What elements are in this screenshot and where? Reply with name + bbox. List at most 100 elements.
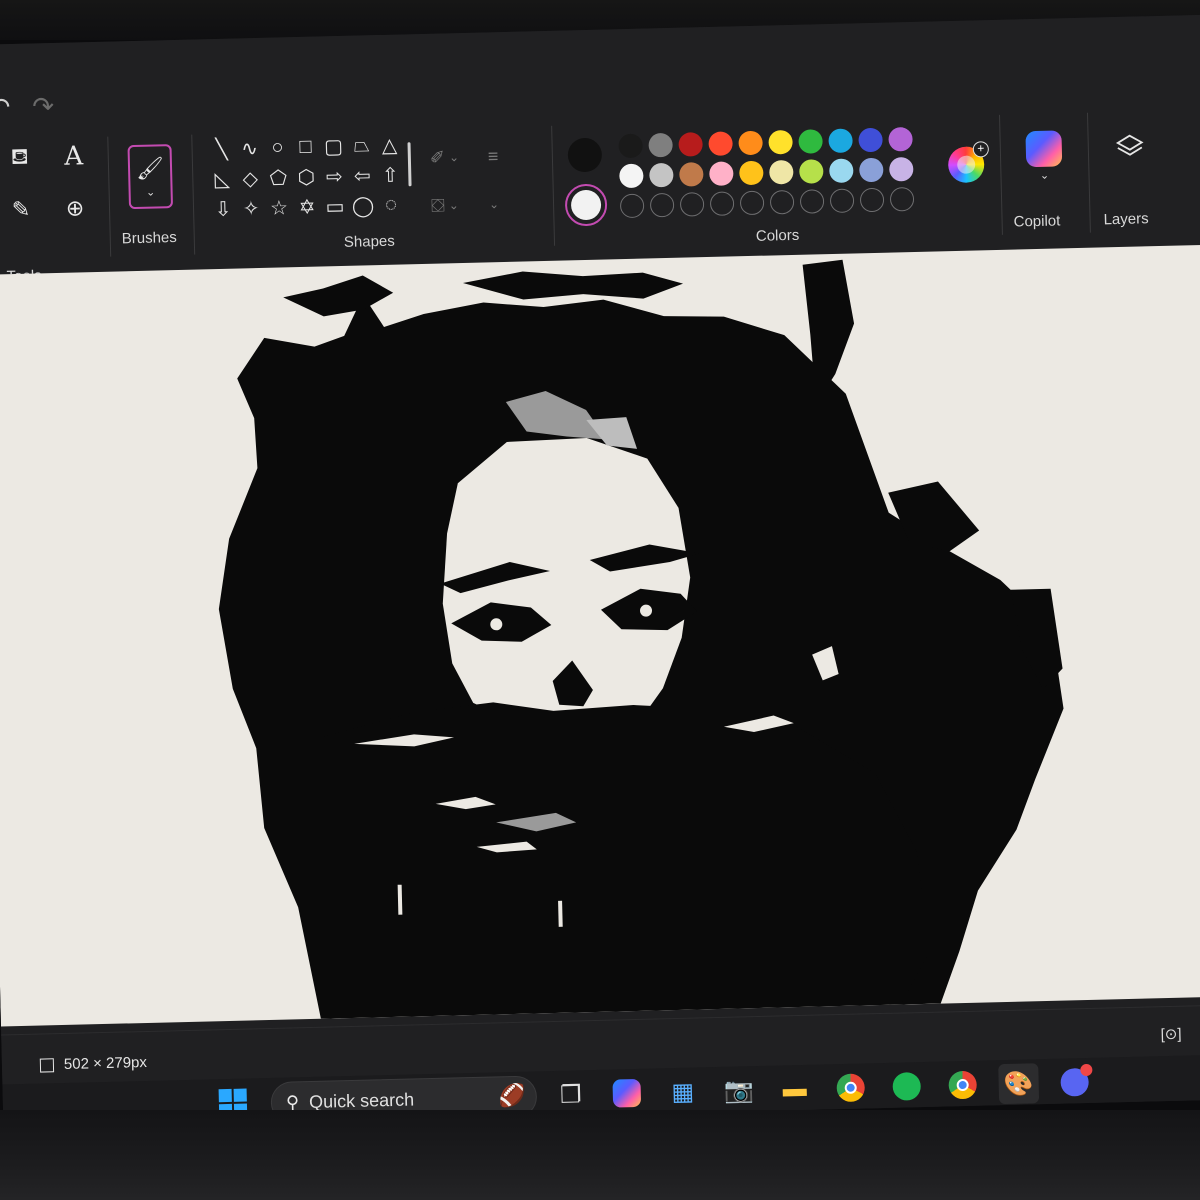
shape-item[interactable]: ◯ [349,191,378,220]
shape-item[interactable]: ⇩ [209,195,238,224]
shape-item[interactable]: △ [375,130,404,159]
shape-item[interactable]: ⇧ [376,160,405,189]
custom-color-slot[interactable] [649,192,675,218]
redo-icon[interactable]: ↷ [32,91,55,123]
color-swatch[interactable] [618,133,643,159]
workspace [0,244,1200,1045]
chevron-down-icon: ⌄ [488,197,500,212]
shape-item[interactable]: ⬠ [264,163,293,192]
spotify-button[interactable] [886,1066,927,1115]
ribbon: ↶ ↷ ⛾ A ✎ ⊕ Tools 🖌 ⌄ Brushes ╲∿○□▢⏢△ ◺◇⬠… [0,14,1200,285]
outline-dropdown[interactable]: ✐ ⌄ [429,137,476,178]
layers-icon [1115,134,1144,156]
layers-button[interactable] [1111,128,1148,165]
color-swatch[interactable] [619,163,644,189]
color-swatch[interactable] [649,162,674,188]
color-swatch[interactable] [888,126,913,152]
chrome-profile-button[interactable] [942,1065,983,1114]
color-swatch[interactable] [858,127,883,153]
primary-color-swatch[interactable] [567,137,603,173]
shape-item[interactable]: ⇨ [320,162,349,191]
file-explorer-button[interactable]: ▬ [774,1069,815,1110]
shape-item[interactable]: ▢ [319,132,348,161]
shape-item[interactable]: ⬡ [292,162,321,191]
custom-color-slot[interactable] [889,186,915,212]
undo-redo: ↶ ↷ [0,91,54,124]
line-size-icon: ≡ [487,145,499,166]
color-swatch[interactable] [679,162,704,187]
magnifier-icon[interactable]: ⊕ [52,186,97,231]
shapes-gallery: ╲ ∿ ○ □ ▢ ⏢ △ ◺ ◇ ⬠ ⬡ ⇨ ⇦ ⇧ ⇩ ✧ ☆ ✡ ▭ ◯ ◌ [207,130,405,223]
fill-icon[interactable]: ⛾ [0,135,42,180]
chrome-button[interactable] [830,1067,871,1108]
brushes-button[interactable]: 🖌 ⌄ [127,144,174,210]
shape-item[interactable]: ◇ [236,164,265,193]
color-swatch[interactable] [678,132,703,157]
secondary-color-swatch[interactable] [564,183,608,227]
shape-item[interactable]: ◌ [377,190,406,219]
shape-item[interactable]: ⏢ [347,131,376,160]
color-swatch[interactable] [768,129,793,155]
paint-icon: 🎨 [1003,1069,1034,1098]
shapes-group: ╲ ∿ ○ □ ▢ ⏢ △ ◺ ◇ ⬠ ⬡ ⇨ ⇦ ⇧ ⇩ ✧ ☆ ✡ ▭ ◯ ◌ Shapes [207,130,405,251]
shape-item[interactable]: ✡ [293,192,322,221]
search-placeholder: Quick search [308,1088,415,1112]
shape-item[interactable]: ◺ [208,165,237,194]
size-button[interactable]: ≡ [487,135,534,176]
color-swatch[interactable] [739,160,764,186]
shape-item[interactable]: ☆ [265,193,294,222]
edit-colors-button[interactable]: + [947,141,990,184]
task-view-button[interactable]: ❐ [550,1074,591,1115]
discord-button[interactable] [1054,1062,1095,1111]
color-swatch[interactable] [708,131,733,156]
color-swatch[interactable] [799,159,824,184]
copilot-button[interactable]: ⌄ [1025,130,1063,182]
color-picker-icon[interactable]: ✎ [0,187,44,232]
custom-color-slot[interactable] [739,190,765,216]
size-dropdown[interactable]: ⌄ [489,183,536,224]
shape-item[interactable]: ⇦ [348,161,377,190]
custom-color-slot[interactable] [829,188,855,214]
color-swatch[interactable] [829,158,854,184]
color-palette [615,124,917,221]
drawing-canvas[interactable] [0,244,1200,1027]
color-swatch[interactable] [889,156,914,182]
color-swatch[interactable] [738,130,763,156]
custom-color-slot[interactable] [859,187,885,213]
chrome-icon [948,1070,978,1100]
color-swatch[interactable] [769,159,794,185]
undo-icon[interactable]: ↶ [0,92,11,124]
fit-to-window-icon[interactable]: [⊙] [1160,1025,1181,1044]
color-swatch[interactable] [859,157,884,183]
divider [551,125,556,246]
shapes-scrollbar[interactable] [407,142,412,187]
copilot-taskbar-button[interactable] [606,1073,647,1114]
layers-group: Layers [1103,128,1149,228]
shape-item[interactable]: □ [291,132,320,161]
shape-item[interactable]: ╲ [207,135,236,164]
divider [1086,112,1091,233]
shape-item[interactable]: ∿ [235,134,264,163]
fill-dropdown[interactable]: ⛋ ⌄ [431,185,478,226]
store-button[interactable]: ▦ [662,1071,703,1112]
paint-window: ↶ ↷ ⛾ A ✎ ⊕ Tools 🖌 ⌄ Brushes ╲∿○□▢⏢△ ◺◇⬠… [0,14,1200,1130]
color-swatch[interactable] [798,129,823,154]
colors-label: Colors [755,226,800,245]
color-swatch[interactable] [709,161,734,186]
chrome-icon [836,1073,866,1103]
shape-item[interactable]: ○ [263,133,292,162]
custom-color-slot[interactable] [619,193,645,219]
color-swatch[interactable] [828,128,853,154]
camera-button[interactable]: 📷 [718,1070,759,1111]
custom-color-slot[interactable] [769,189,795,215]
text-icon[interactable]: A [51,134,96,179]
custom-color-slot[interactable] [679,192,705,217]
shape-item[interactable]: ▭ [321,192,350,221]
paint-taskbar-button[interactable]: 🎨 [998,1063,1040,1112]
custom-color-slot[interactable] [799,189,825,214]
shape-item[interactable]: ✧ [237,194,266,223]
color-swatch[interactable] [648,132,673,158]
outline-icon: ✐ [429,146,446,168]
artwork-image [218,259,1064,1019]
custom-color-slot[interactable] [709,191,735,216]
